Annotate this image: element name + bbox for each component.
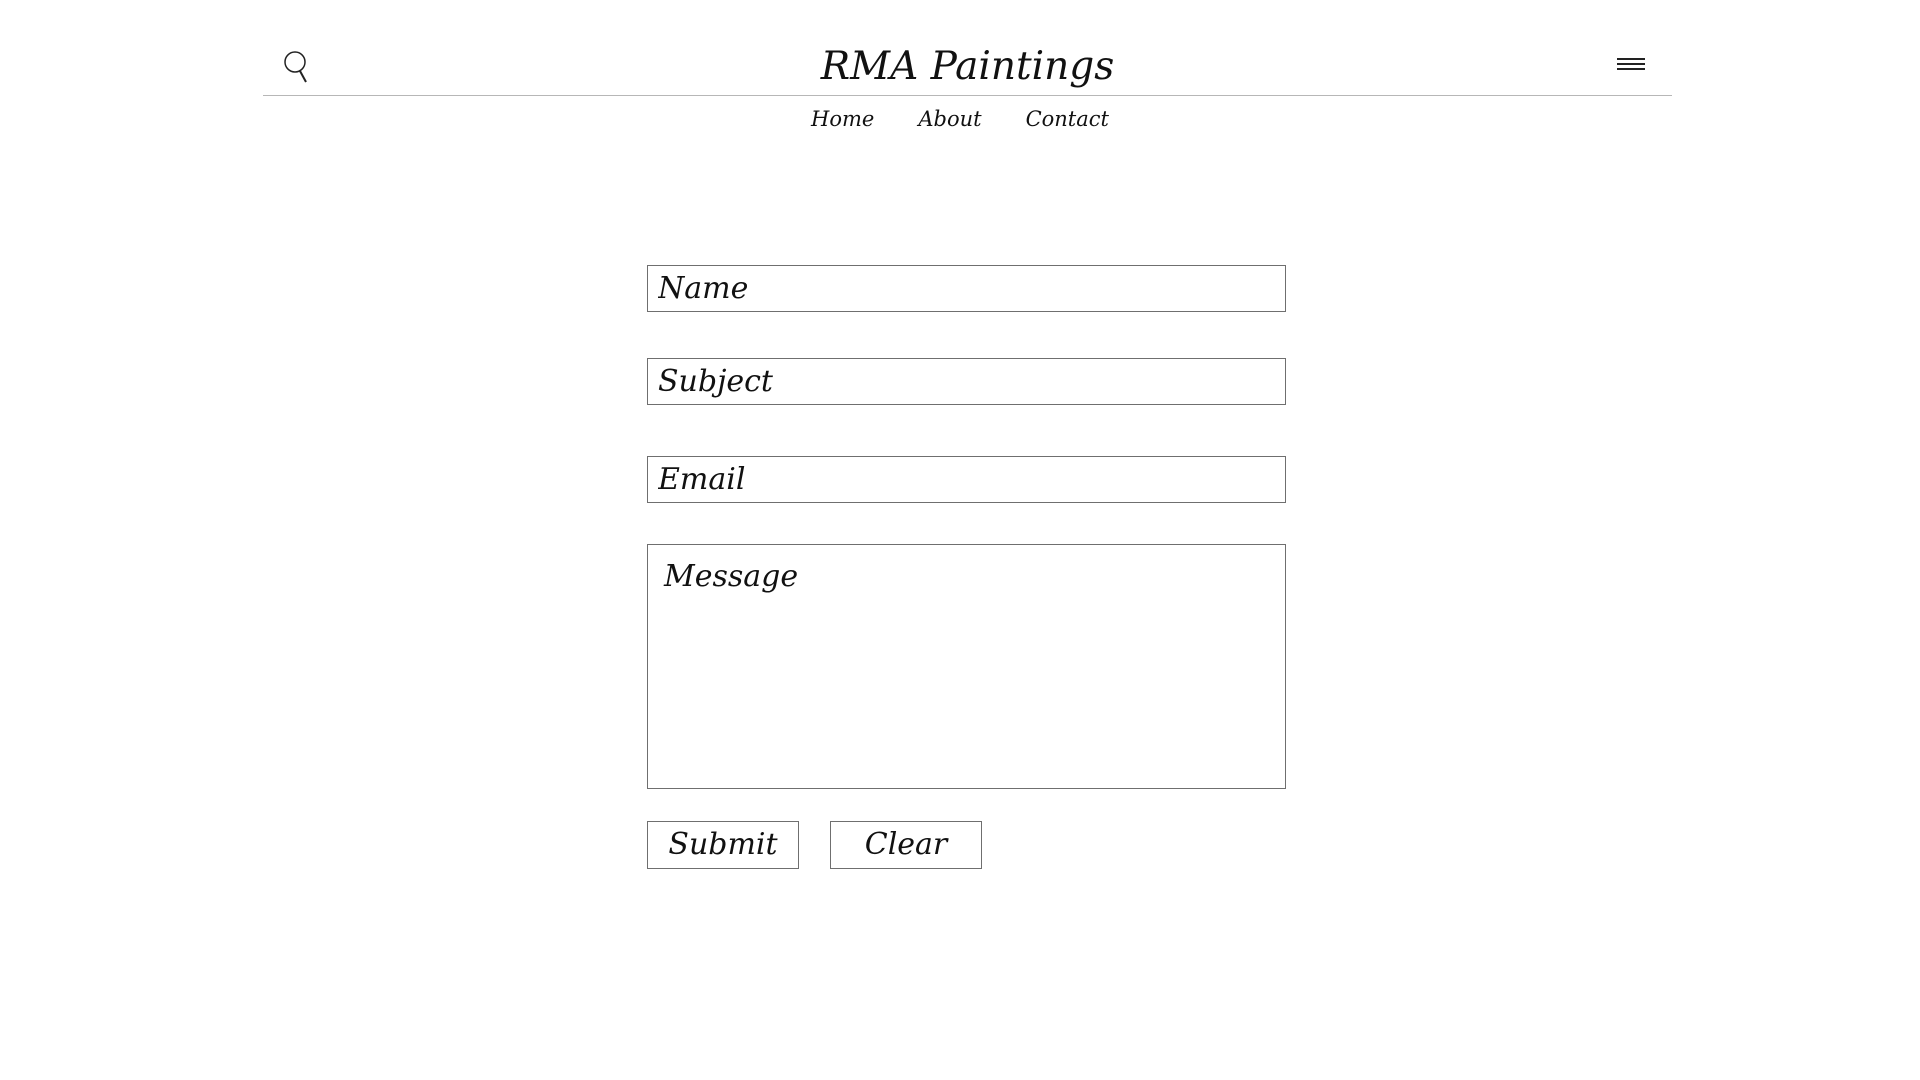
search-icon[interactable] <box>283 50 313 84</box>
hamburger-menu-icon[interactable] <box>1617 56 1647 78</box>
name-input[interactable] <box>647 265 1286 312</box>
email-input[interactable] <box>647 456 1286 503</box>
message-textarea[interactable] <box>647 544 1286 789</box>
main-nav: Home About Contact <box>0 103 1920 139</box>
nav-link-about[interactable]: About <box>918 103 981 139</box>
menu-bar-icon <box>1617 68 1645 70</box>
nav-link-contact[interactable]: Contact <box>1026 103 1109 139</box>
site-title: RMA Paintings <box>820 44 1115 89</box>
nav-link-home[interactable]: Home <box>811 103 874 139</box>
clear-button[interactable]: Clear <box>830 821 982 869</box>
site-header: RMA Paintings <box>263 40 1672 96</box>
submit-button[interactable]: Submit <box>647 821 799 869</box>
menu-bar-icon <box>1617 63 1645 65</box>
subject-input[interactable] <box>647 358 1286 405</box>
menu-bar-icon <box>1617 58 1645 60</box>
